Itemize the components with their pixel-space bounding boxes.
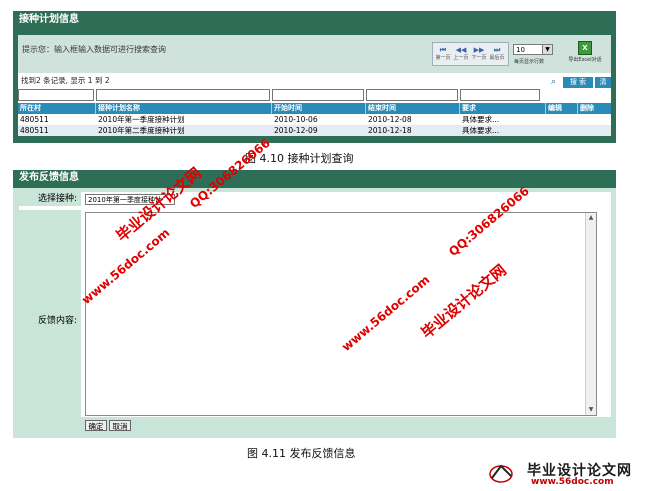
cell-requirement: 具体要求... <box>462 126 500 135</box>
feedback-panel: 发布反馈信息 选择接种: 2010年第一季度接种计 反馈内容: ▲ ▼ 确定 取… <box>13 170 616 438</box>
filter-start-date-input[interactable] <box>272 89 364 101</box>
cell-end-date: 2010-12-08 <box>368 115 412 124</box>
clear-button[interactable]: 清 除 <box>595 77 611 97</box>
column-header: 要求 <box>460 103 546 114</box>
table-row[interactable]: 480511 2010年第一季度接种计划 2010-10-06 2010-12-… <box>18 114 611 125</box>
button-row: 确定 取消 <box>19 417 611 432</box>
cell-start-date: 2010-10-06 <box>274 115 318 124</box>
hint-bar: 提示您：输入框输入数据可进行搜索查询 ⏮ 第一页 ◀◀ 上一页 ▶▶ 下一页 ⏭… <box>18 35 611 73</box>
plan-query-panel: 接种计划信息 提示您：输入框输入数据可进行搜索查询 ⏮ 第一页 ◀◀ 上一页 ▶… <box>13 11 616 143</box>
panel-title: 接种计划信息 <box>13 11 616 29</box>
cell-start-date: 2010-12-09 <box>274 126 318 135</box>
prev-page-icon: ◀◀ <box>455 46 467 54</box>
figure-caption: 图 4.11 发布反馈信息 <box>247 447 356 460</box>
filter-end-date-input[interactable] <box>366 89 458 101</box>
filter-plan-name-input[interactable] <box>96 89 270 101</box>
first-page-button[interactable]: ⏮ 第一页 <box>435 45 451 63</box>
logo-url: www.56doc.com <box>531 477 614 487</box>
cancel-button[interactable]: 取消 <box>109 420 131 431</box>
site-logo: 毕业设计论文网 www.56doc.com <box>483 460 645 488</box>
scrollbar[interactable]: ▲ ▼ <box>585 213 596 415</box>
scroll-down-icon[interactable]: ▼ <box>586 405 596 415</box>
next-page-icon: ▶▶ <box>473 46 485 54</box>
filter-village-input[interactable] <box>18 89 94 101</box>
table-row[interactable]: 480511 2010年第二季度接种计划 2010-12-09 2010-12-… <box>18 125 611 136</box>
query-body: 找到2 条记录, 显示 1 到 2 ⌕ 搜 索 清 除 所在村 接种计划名称 开… <box>18 73 611 136</box>
cell-plan-name: 2010年第二季度接种计划 <box>98 126 185 135</box>
cell-village: 480511 <box>20 115 49 124</box>
chevron-down-icon: ▼ <box>542 45 552 54</box>
confirm-button[interactable]: 确定 <box>85 420 107 431</box>
rows-per-page-label: 每页显示行数 <box>514 59 545 65</box>
export-label: 导出Excel对话 <box>568 57 602 63</box>
column-header: 接种计划名称 <box>96 103 272 114</box>
plan-select-label: 选择接种: <box>19 192 81 206</box>
first-page-icon: ⏮ <box>439 46 447 54</box>
logo-emblem-icon <box>489 464 513 483</box>
content-label: 反馈内容: <box>19 210 81 432</box>
cell-village: 480511 <box>20 126 49 135</box>
prev-page-button[interactable]: ◀◀ 上一页 <box>453 45 469 63</box>
column-header: 删除 <box>580 104 594 112</box>
excel-icon: X <box>578 41 592 55</box>
last-page-button[interactable]: ⏭ 最后页 <box>489 45 505 63</box>
next-page-button[interactable]: ▶▶ 下一页 <box>471 45 487 63</box>
column-header: 结束时间 <box>366 103 460 114</box>
search-button[interactable]: 搜 索 <box>563 77 593 88</box>
rows-per-page-select[interactable]: 10 ▼ <box>513 44 553 55</box>
hint-text: 提示您：输入框输入数据可进行搜索查询 <box>22 45 166 54</box>
feedback-form: 选择接种: 2010年第一季度接种计 反馈内容: ▲ ▼ 确定 取消 <box>19 192 611 432</box>
column-header: 编辑 <box>546 103 578 114</box>
export-excel-button[interactable]: X 导出Excel对话 <box>563 41 607 65</box>
last-page-icon: ⏭ <box>493 46 501 54</box>
cell-end-date: 2010-12-18 <box>368 126 412 135</box>
cell-requirement: 具体要求... <box>462 115 500 124</box>
cell-plan-name: 2010年第一季度接种计划 <box>98 115 185 124</box>
search-icon[interactable]: ⌕ <box>551 77 561 87</box>
record-count: 找到2 条记录, 显示 1 到 2 <box>21 76 110 85</box>
scroll-up-icon[interactable]: ▲ <box>586 213 596 223</box>
panel-title: 发布反馈信息 <box>13 170 616 188</box>
pager: ⏮ 第一页 ◀◀ 上一页 ▶▶ 下一页 ⏭ 最后页 <box>432 42 509 66</box>
filter-requirement-input[interactable] <box>460 89 540 101</box>
column-header: 开始时间 <box>272 103 366 114</box>
column-header: 所在村 <box>18 103 96 114</box>
table-header: 所在村 接种计划名称 开始时间 结束时间 要求 编辑 删除 <box>18 103 611 114</box>
